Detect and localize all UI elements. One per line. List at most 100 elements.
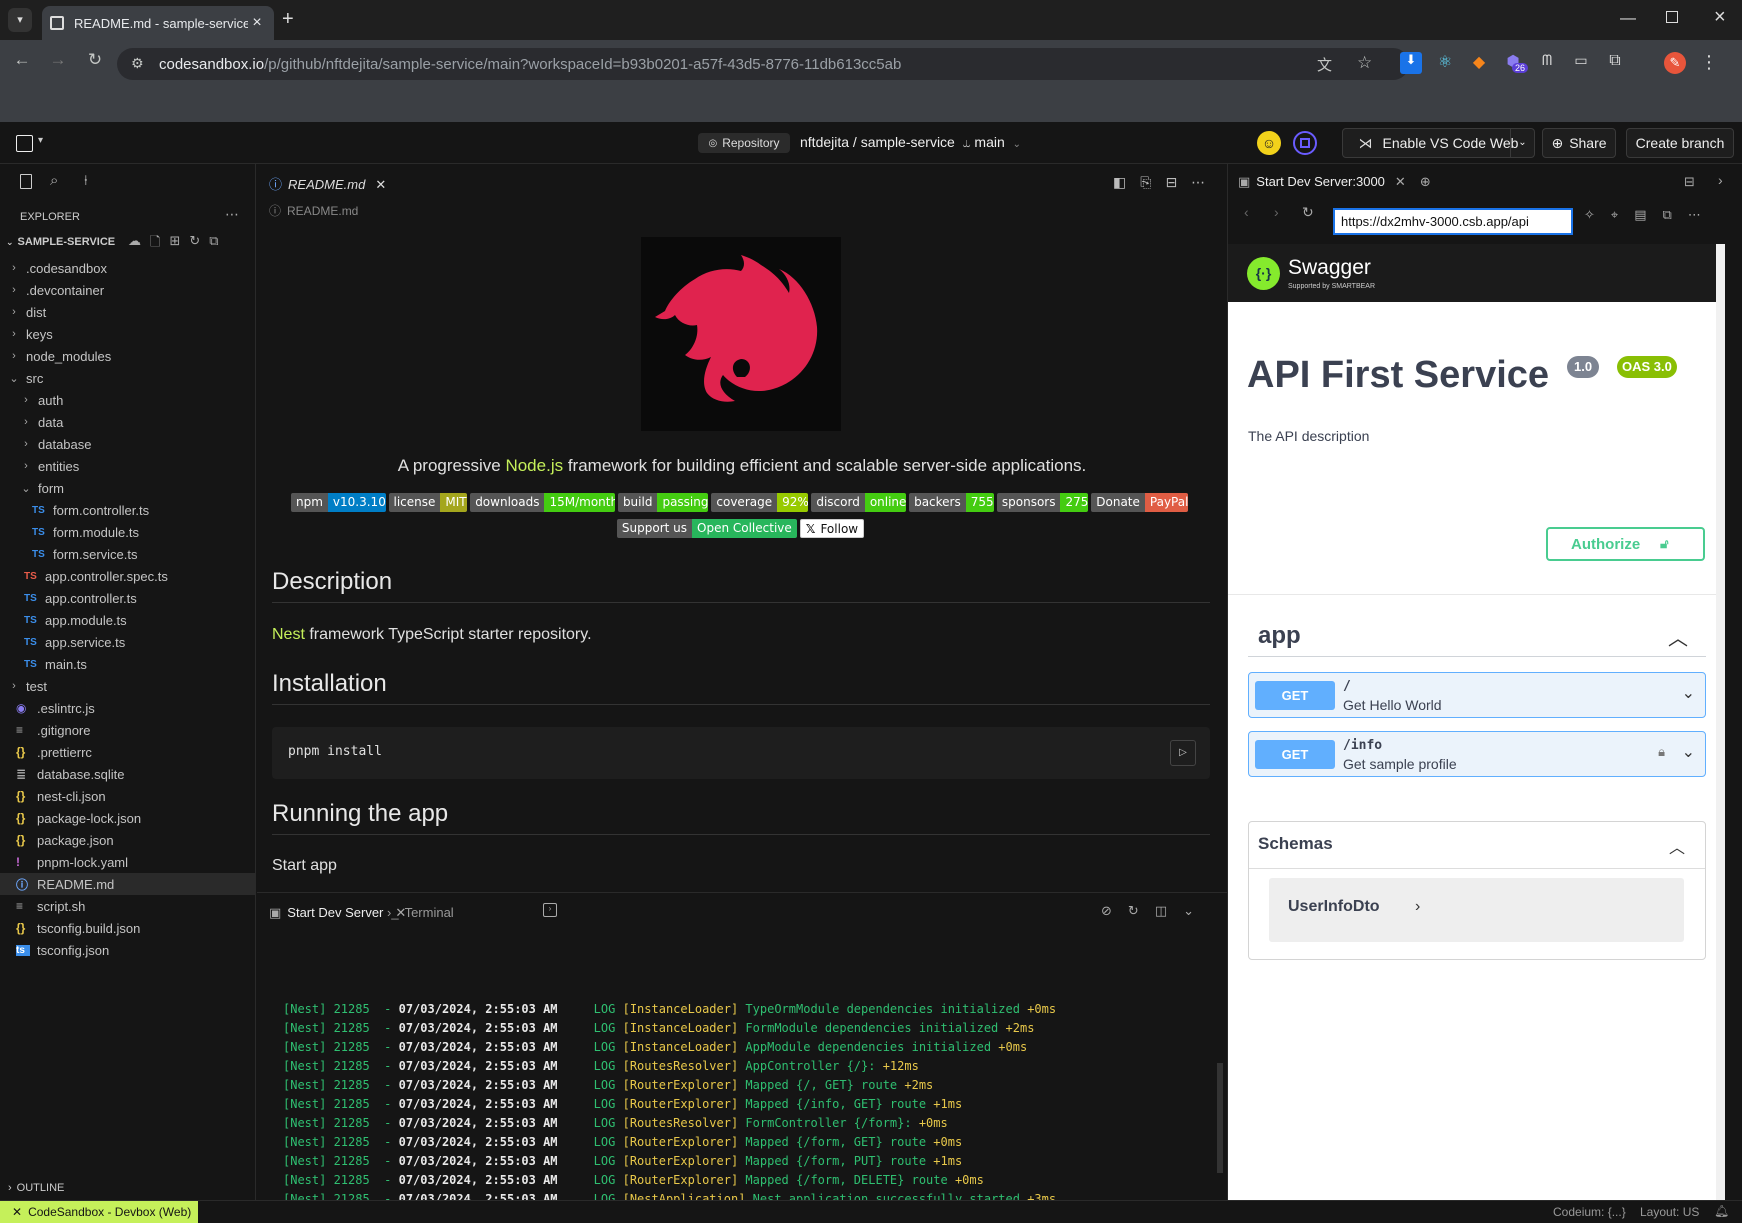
tab-terminal[interactable]: ›_ Terminal [387, 905, 454, 920]
minimize-icon[interactable]: — [1620, 10, 1636, 28]
sidebar-item-app-controller-spec-ts[interactable]: TS app.controller.spec.ts [0, 565, 255, 587]
sidebar-item-database[interactable]: › database [0, 433, 255, 455]
logo-menu-chevron-icon[interactable]: ▾ [38, 135, 43, 146]
sidebar-item-pnpm-lock-yaml[interactable]: ! pnpm-lock.yaml [0, 851, 255, 873]
browser-menu-icon[interactable]: ⋮ [1698, 52, 1720, 74]
badge-npm[interactable]: npm v10.3.10 [291, 493, 386, 512]
tab-readme[interactable]: ⓘ README.md ✕ [269, 174, 386, 193]
sidebar-item-nest-cli-json[interactable]: {} nest-cli.json [0, 785, 255, 807]
chevron-right-icon[interactable]: › [1718, 172, 1723, 188]
sidebar-item-app-module-ts[interactable]: TS app.module.ts [0, 609, 255, 631]
chevron-up-icon[interactable]: ︿ [1668, 622, 1688, 651]
collapse-panel-icon[interactable]: ⌄ [1183, 903, 1194, 919]
badge-build[interactable]: build passing [617, 493, 709, 512]
sidebar-item-codesandbox[interactable]: › .codesandbox [0, 257, 255, 279]
new-preview-icon[interactable]: ⊕ [1420, 174, 1431, 189]
more-icon[interactable]: ⋯ [1688, 207, 1701, 223]
sidebar-item-dist[interactable]: › dist [0, 301, 255, 323]
sidebar-item-form[interactable]: ⌄ form [0, 477, 255, 499]
close-tab-icon[interactable]: ✕ [1395, 174, 1406, 189]
share-button[interactable]: ⊕ Share [1542, 128, 1616, 158]
sidebar-item-tsconfig-build-json[interactable]: {} tsconfig.build.json [0, 917, 255, 939]
repository-pill[interactable]: ◎ Repository [698, 133, 790, 153]
swagger-scrollbar[interactable] [1716, 244, 1725, 1200]
sidebar-item-test[interactable]: › test [0, 675, 255, 697]
sidebar-item-form-module-ts[interactable]: TS form.module.ts [0, 521, 255, 543]
preview-forward-icon[interactable]: › [1274, 204, 1279, 220]
repo-title[interactable]: nftdejita / sample-service ⥿ main ⌄ [800, 134, 1021, 151]
sidebar-item-script-sh[interactable]: ≡ script.sh [0, 895, 255, 917]
ext-icon-card[interactable]: ▭ [1570, 52, 1592, 74]
restart-icon[interactable]: ↻ [1128, 903, 1139, 919]
operation-row[interactable]: GET/info Get sample profile ⌄ 🔒︎ [1248, 731, 1706, 777]
forward-icon[interactable]: → [44, 50, 72, 70]
badge-donate[interactable]: Donate PayPal [1091, 493, 1188, 512]
schema-item[interactable]: UserInfoDto › [1269, 878, 1684, 942]
preview-reload-icon[interactable]: ↻ [1302, 204, 1314, 221]
create-branch-button[interactable]: Create branch [1626, 128, 1734, 158]
sidebar-item-main-ts[interactable]: TS main.ts [0, 653, 255, 675]
tab-dev-server[interactable]: ▣ Start Dev Server ✕ [269, 905, 406, 921]
panel-scrollbar[interactable] [1217, 1063, 1223, 1173]
breadcrumb[interactable]: ⓘ README.md [269, 202, 358, 219]
sidebar-item-app-service-ts[interactable]: TS app.service.ts [0, 631, 255, 653]
ext-icon-m[interactable]: ᗰ [1536, 52, 1558, 74]
more-actions-icon[interactable]: ⋯ [1191, 174, 1205, 191]
clear-icon[interactable]: ⊘ [1101, 903, 1112, 919]
reload-icon[interactable]: ↻ [81, 50, 109, 70]
sidebar-item-entities[interactable]: › entities [0, 455, 255, 477]
sidebar-item-database-sqlite[interactable]: ≣ database.sqlite [0, 763, 255, 785]
outline-section[interactable]: › OUTLINE [8, 1182, 64, 1194]
tab-list-icon[interactable]: ▾ [8, 8, 32, 32]
operation-row[interactable]: GET / Get Hello World ⌄ [1248, 672, 1706, 718]
sidebar-item-keys[interactable]: › keys [0, 323, 255, 345]
site-info-icon[interactable]: ⚙ [131, 55, 144, 72]
console-icon[interactable]: ▤ [1634, 207, 1646, 223]
back-icon[interactable]: ← [8, 50, 36, 70]
sidebar-item-prettierrc[interactable]: {} .prettierrc [0, 741, 255, 763]
sidebar-item-src[interactable]: ⌄ src [0, 367, 255, 389]
badge-coverage[interactable]: coverage 92% [711, 493, 809, 512]
sidebar-item-tsconfig-json[interactable]: ts tsconfig.json [0, 939, 255, 961]
tag-app[interactable]: app [1258, 622, 1301, 650]
avatar[interactable]: ☺ [1257, 131, 1281, 155]
address-bar[interactable]: ⚙ codesandbox.io/p/github/nftdejita/samp… [117, 48, 1409, 80]
badge-discord[interactable]: discord online [811, 493, 907, 512]
translate-icon[interactable]: 文 [1317, 54, 1332, 75]
preview-back-icon[interactable]: ‹ [1244, 204, 1249, 220]
codesandbox-logo-icon[interactable] [16, 135, 33, 152]
collapse-all-icon[interactable]: ⧉ [209, 233, 218, 255]
explorer-files-icon[interactable] [20, 174, 32, 189]
chevron-up-icon[interactable]: ︿ [1669, 834, 1685, 858]
notifications-bell-icon[interactable]: 🔔︎ [1714, 1204, 1729, 1218]
split-editor-icon[interactable]: ⊟ [1165, 174, 1177, 191]
ext-icon-badged[interactable]: ⬢ 26 [1502, 52, 1529, 74]
vscode-dropdown-icon[interactable]: ⌄ [1510, 129, 1534, 157]
layout-status[interactable]: Layout: US [1640, 1205, 1699, 1219]
split-panel-icon[interactable]: ◫ [1155, 903, 1167, 919]
sidebar-item-eslintrc-js[interactable]: ◉ .eslintrc.js [0, 697, 255, 719]
maximize-icon[interactable] [1666, 11, 1678, 23]
preview-url-input[interactable]: https://dx2mhv-3000.csb.app/api [1333, 208, 1573, 235]
chevron-down-icon[interactable]: ⌄ [1682, 683, 1695, 703]
chevron-down-icon[interactable]: ⌄ [1682, 742, 1695, 762]
badge-downloads[interactable]: downloads 15M/month [470, 493, 615, 512]
react-ext-icon[interactable]: ⚛ [1434, 52, 1456, 74]
badge-backers[interactable]: backers 755 [909, 493, 994, 512]
project-header[interactable]: ⌄ SAMPLE-SERVICE [6, 236, 115, 248]
metamask-ext-icon[interactable]: ◆ [1468, 52, 1490, 74]
download-ext-icon[interactable]: ⬇ [1400, 52, 1422, 74]
sidebar-item-app-controller-ts[interactable]: TS app.controller.ts [0, 587, 255, 609]
pin-icon[interactable]: ✧ [1584, 207, 1595, 223]
explorer-more-icon[interactable]: ⋯ [225, 206, 239, 223]
sidebar-item-auth[interactable]: › auth [0, 389, 255, 411]
close-tab-icon[interactable]: × [248, 14, 266, 32]
sidebar-item-form-service-ts[interactable]: TS form.service.ts [0, 543, 255, 565]
sidebar-item-data[interactable]: › data [0, 411, 255, 433]
schemas-title[interactable]: Schemas [1258, 834, 1333, 854]
enable-vscode-button[interactable]: ⋊ Enable VS Code Web ⌄ [1342, 128, 1535, 158]
profile-avatar[interactable]: ✎ [1664, 52, 1686, 74]
preview-layout-icon[interactable]: ⊟ [1684, 174, 1695, 190]
follow-badge[interactable]: 𝕏 Follow [799, 519, 865, 538]
live-session-icon[interactable] [1293, 131, 1317, 155]
